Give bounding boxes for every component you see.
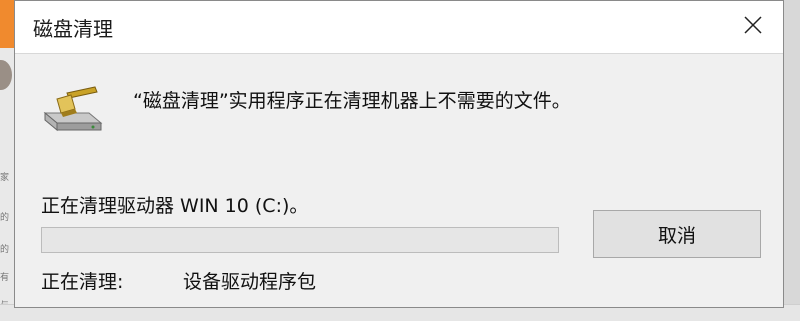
cancel-button[interactable]: 取消 [593, 210, 761, 258]
title-bar: 磁盘清理 [15, 1, 783, 54]
disk-cleanup-dialog: 磁盘清理 “磁盘清理”实用程序正在清理机器上不需要的文件。 正在清理驱动器 WI… [14, 0, 784, 308]
close-button[interactable] [731, 5, 775, 45]
cleaning-label: 正在清理: [41, 271, 124, 293]
background-text-fragment: 有 [0, 273, 10, 283]
drive-status-text: 正在清理驱动器 WIN 10 (C:)。 [41, 195, 309, 217]
background-orange-bar [0, 0, 14, 48]
background-avatar [0, 60, 12, 90]
background-text-fragment: 的 [0, 245, 10, 255]
progress-bar [41, 227, 559, 253]
close-icon [744, 16, 762, 34]
dialog-title: 磁盘清理 [33, 17, 113, 41]
background-text-fragment: 家 [0, 173, 10, 183]
cleaning-item: 设备驱动程序包 [183, 271, 317, 293]
disk-cleanup-icon [37, 83, 109, 135]
background-window: 家 的 的 有 与 [0, 0, 15, 320]
cleanup-message: “磁盘清理”实用程序正在清理机器上不需要的文件。 [133, 90, 571, 112]
background-text-fragment: 的 [0, 213, 10, 223]
